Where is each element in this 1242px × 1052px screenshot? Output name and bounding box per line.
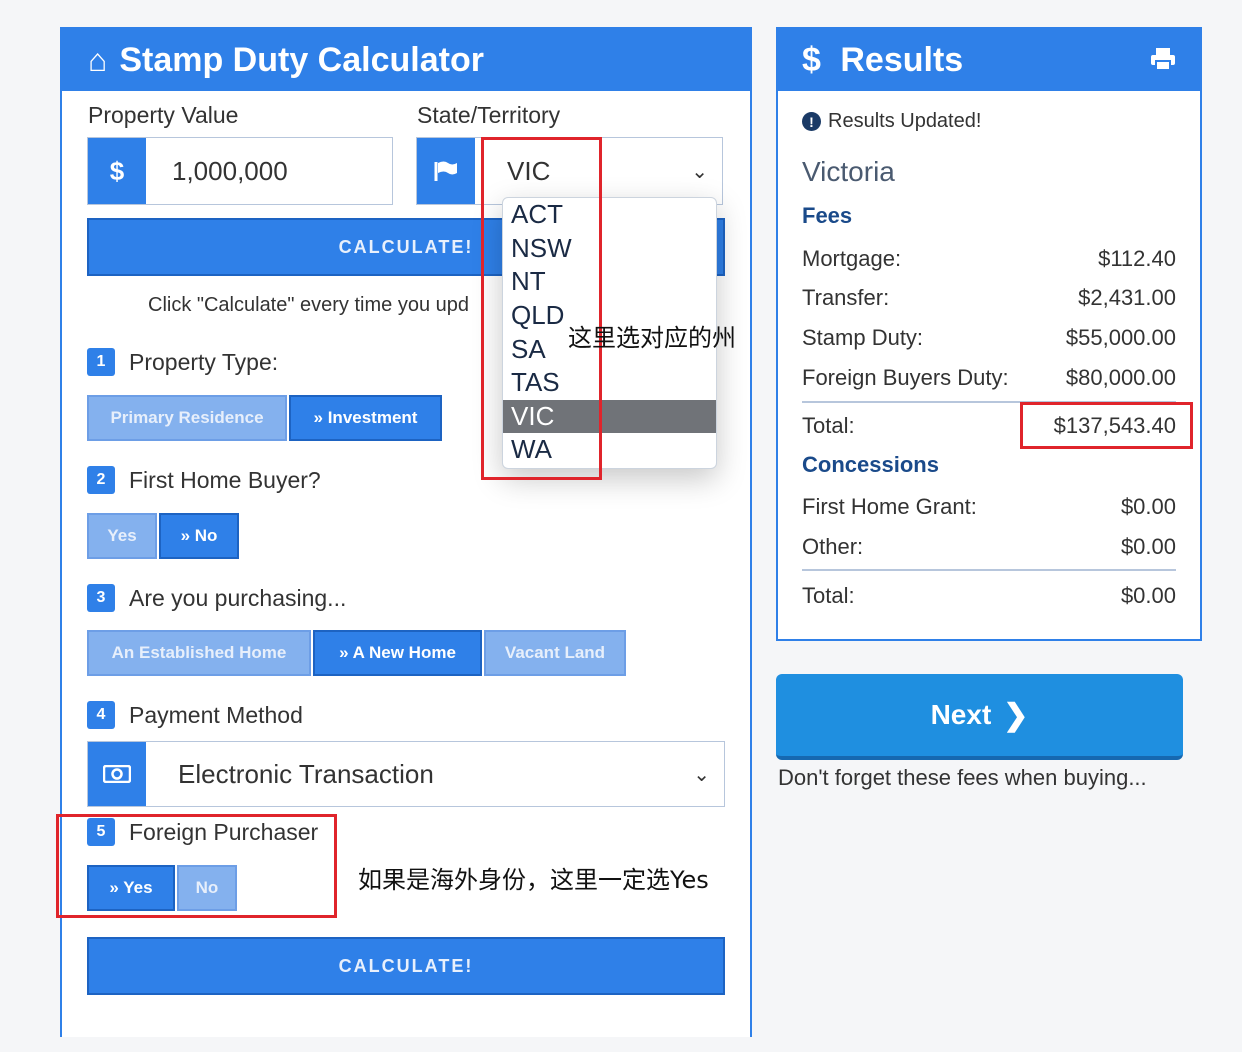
next-caption: Don't forget these fees when buying... <box>778 765 1147 790</box>
fee-label-transfer: Transfer: <box>802 285 890 310</box>
first-home-no-button[interactable]: » No <box>159 513 239 559</box>
concessions-heading: Concessions <box>802 452 939 477</box>
fee-label-foreign-buyers-duty: Foreign Buyers Duty: <box>802 365 1009 390</box>
calculate-hint: Click "Calculate" every time you upd <box>148 294 469 316</box>
foreign-annotation: 如果是海外身份，这里一定选Yes <box>358 866 709 894</box>
new-home-button[interactable]: » A New Home <box>313 630 482 676</box>
fee-label-mortgage: Mortgage: <box>802 246 902 271</box>
fee-value-transfer: $2,431.00 <box>1078 285 1176 310</box>
concessions-total-label: Total: <box>802 583 855 608</box>
next-button-label: Next <box>930 699 992 730</box>
home-icon: ⌂ <box>88 41 108 78</box>
step3-label: 3 Are you purchasing... <box>87 584 346 612</box>
fees-total-label: Total: <box>802 413 855 438</box>
total-highlight-box <box>1020 402 1193 449</box>
chevron-right-icon: ❯ <box>1003 698 1029 732</box>
fee-value-foreign-buyers-duty: $80,000.00 <box>1065 365 1176 390</box>
calculate-button-bottom[interactable]: CALCULATE! <box>87 937 725 995</box>
results-header: $ Results <box>778 29 1200 91</box>
results-updated: ! Results Updated! <box>802 110 981 133</box>
investment-button[interactable]: » Investment <box>289 395 442 441</box>
dollar-addon: $ <box>88 138 146 204</box>
calculator-header: ⌂ Stamp Duty Calculator <box>62 29 750 91</box>
established-home-button[interactable]: An Established Home <box>87 630 311 676</box>
state-label: State/Territory <box>417 102 561 128</box>
foreign-highlight-box <box>56 814 337 918</box>
property-value-input[interactable]: 1,000,000 <box>146 138 392 204</box>
fee-label-stamp-duty: Stamp Duty: <box>802 325 924 350</box>
chevron-down-icon: ⌄ <box>693 763 710 786</box>
concession-label-first-home-grant: First Home Grant: <box>802 494 977 519</box>
dollar-icon: $ <box>802 40 821 79</box>
state-highlight-box <box>481 137 602 480</box>
print-icon[interactable] <box>1150 41 1176 80</box>
calculator-title: Stamp Duty Calculator <box>119 40 484 79</box>
fee-value-stamp-duty: $55,000.00 <box>1065 325 1176 350</box>
next-button[interactable]: Next ❯ <box>776 674 1183 760</box>
info-icon: ! <box>802 112 821 131</box>
state-annotation: 这里选对应的州 <box>568 324 736 352</box>
flag-icon <box>417 138 475 204</box>
payment-method-select[interactable]: Electronic Transaction ⌄ <box>87 741 725 807</box>
property-value-label: Property Value <box>88 102 239 128</box>
step1-text: Property Type: <box>129 348 279 375</box>
results-state-name: Victoria <box>802 156 895 187</box>
concessions-total-value: $0.00 <box>1120 583 1176 608</box>
vacant-land-button[interactable]: Vacant Land <box>484 630 626 676</box>
first-home-buyer-group: Yes » No <box>87 513 241 559</box>
step2-number: 2 <box>87 466 115 494</box>
results-title: Results <box>840 40 964 79</box>
step4-text: Payment Method <box>129 701 303 728</box>
concession-value-first-home-grant: $0.00 <box>1120 494 1176 519</box>
payment-method-value: Electronic Transaction <box>178 758 434 789</box>
chevron-down-icon: ⌄ <box>691 160 708 183</box>
property-value-group: $ 1,000,000 <box>87 137 393 205</box>
primary-residence-button[interactable]: Primary Residence <box>87 395 287 441</box>
step3-number: 3 <box>87 584 115 612</box>
money-icon <box>88 742 146 806</box>
concessions-divider <box>802 569 1176 571</box>
step3-text: Are you purchasing... <box>129 584 347 611</box>
first-home-yes-button[interactable]: Yes <box>87 513 157 559</box>
fee-value-mortgage: $112.40 <box>1098 246 1176 271</box>
step1-label: 1 Property Type: <box>87 348 278 376</box>
step2-label: 2 First Home Buyer? <box>87 466 321 494</box>
concession-value-other: $0.00 <box>1120 534 1176 559</box>
concession-label-other: Other: <box>802 534 864 559</box>
step4-label: 4 Payment Method <box>87 701 303 729</box>
purchasing-group: An Established Home » A New Home Vacant … <box>87 630 628 676</box>
property-type-group: Primary Residence » Investment <box>87 395 444 441</box>
step2-text: First Home Buyer? <box>129 466 321 493</box>
step4-number: 4 <box>87 701 115 729</box>
fees-heading: Fees <box>802 203 853 228</box>
step1-number: 1 <box>87 348 115 376</box>
